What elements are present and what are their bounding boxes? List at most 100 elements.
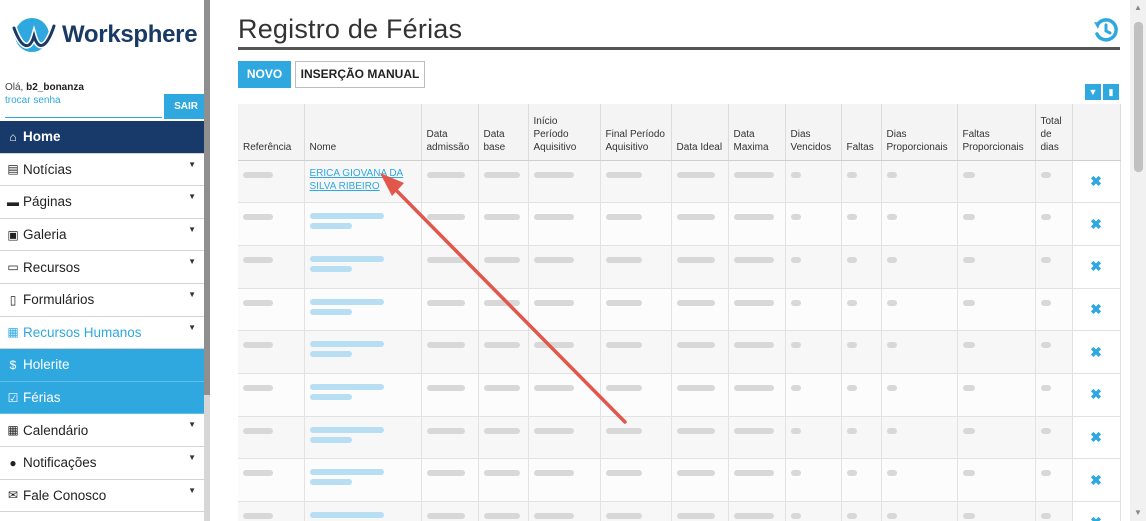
redacted-name-link[interactable] [309,255,384,262]
delete-icon[interactable]: ✖ [1072,288,1121,332]
sidebar-item-home[interactable]: ⌂ Home [0,121,204,154]
redacted-name-link[interactable] [309,393,352,400]
redacted-cell [243,513,273,519]
redacted-cell [605,342,642,349]
col-header-actions [1072,104,1121,161]
filter-icon[interactable]: ▼ [1085,84,1101,100]
delete-icon[interactable]: ✖ [1072,160,1121,204]
employee-name-link[interactable]: ERICA GIOVANA DA SILVA RIBEIRO [310,167,416,193]
sidebar-item-formularios[interactable]: ▯ Formulários ▼ [0,284,204,317]
redacted-cell [886,513,897,519]
col-header[interactable]: Nome [304,104,422,161]
redacted-cell [846,214,857,221]
home-icon: ⌂ [9,129,17,144]
redacted-name-link[interactable] [309,436,352,443]
scroll-up-icon[interactable]: ▲ [1134,3,1142,12]
redacted-cell [886,342,897,349]
brand-logo[interactable]: Worksphere [8,14,198,56]
delete-icon[interactable]: ✖ [1072,245,1121,289]
redacted-name-link[interactable] [309,383,384,390]
sidebar-item-fale-conosco[interactable]: ✉ Fale Conosco ▼ [0,480,204,513]
redacted-cell [790,299,801,306]
col-header[interactable]: Faltas [841,104,882,161]
redacted-cell [886,256,897,263]
caret-down-icon: ▼ [188,452,196,462]
redacted-cell [483,256,520,263]
sidebar-item-calendario[interactable]: ▦ Calendário ▼ [0,414,204,447]
logout-button[interactable]: SAIR [164,94,204,119]
redacted-cell [1040,513,1051,519]
delete-icon[interactable]: ✖ [1072,373,1121,417]
redacted-cell [483,214,520,221]
col-header[interactable]: Final Período Aquisitivo [600,104,672,161]
redacted-cell [1040,171,1051,178]
redacted-cell [533,299,574,306]
delete-icon[interactable]: ✖ [1072,202,1121,246]
redacted-cell [676,171,715,178]
col-header[interactable]: Data Ideal [671,104,729,161]
redacted-cell [426,513,465,519]
greeting-label: Olá, [5,82,27,93]
redacted-name-link[interactable] [309,341,384,348]
delete-icon[interactable]: ✖ [1072,416,1121,460]
sidebar-item-recursos[interactable]: ▭ Recursos ▼ [0,251,204,284]
redacted-name-link[interactable] [309,479,352,486]
redacted-cell [790,513,801,519]
table-row: ✖ [238,458,1121,502]
page-title: Registro de Férias [238,14,463,44]
export-file-icon[interactable]: ▮ [1103,84,1119,100]
redacted-name-link[interactable] [309,213,384,220]
redacted-name-link[interactable] [309,298,384,305]
sidebar-item-noticias[interactable]: ▤ Notícias ▼ [0,154,204,187]
sidebar-scroll-thumb[interactable] [204,0,210,395]
sidebar-item-paginas[interactable]: ▬ Páginas ▼ [0,186,204,219]
redacted-name-link[interactable] [309,308,352,315]
sidebar-scrollbar[interactable] [204,0,210,521]
manual-insert-button[interactable]: INSERÇÃO MANUAL [295,61,425,88]
sidebar-item-notificacoes[interactable]: ● Notificações ▼ [0,447,204,480]
col-header[interactable]: Início Período Aquisitivo [528,104,601,161]
redacted-cell [733,384,774,391]
sidebar-item-recursos-humanos[interactable]: ▦ Recursos Humanos ▼ [0,317,204,350]
delete-icon[interactable]: ✖ [1072,501,1121,521]
col-header[interactable]: Dias Vencidos [785,104,842,161]
page-scrollbar[interactable]: ▲ ▼ [1130,0,1146,521]
redacted-cell [605,470,642,477]
delete-icon[interactable]: ✖ [1072,330,1121,374]
col-header[interactable]: Faltas Proporcionais [957,104,1036,161]
redacted-cell [733,342,774,349]
redacted-cell [533,171,574,178]
redacted-cell [733,171,774,178]
col-header[interactable]: Data base [478,104,529,161]
redacted-cell [483,384,520,391]
col-header[interactable]: Total de dias [1035,104,1073,161]
sidebar-item-label: Holerite [23,357,70,373]
redacted-name-link[interactable] [309,426,384,433]
redacted-name-link[interactable] [309,223,352,230]
redacted-name-link[interactable] [309,265,352,272]
delete-icon[interactable]: ✖ [1072,458,1121,502]
redacted-name-link[interactable] [309,351,352,358]
redacted-cell [605,299,642,306]
redacted-cell [676,256,715,263]
redacted-name-link[interactable] [309,512,384,518]
redacted-cell [846,384,857,391]
col-header[interactable]: Referência [238,104,305,161]
sidebar-item-holerite[interactable]: $ Holerite [0,349,204,382]
redacted-cell [243,384,273,391]
sidebar-item-galeria[interactable]: ▣ Galeria ▼ [0,219,204,252]
scroll-down-icon[interactable]: ▼ [1134,508,1142,517]
laptop-icon: ▭ [7,260,19,275]
col-header[interactable]: Data Maxima [728,104,786,161]
redacted-cell [962,470,975,477]
history-icon[interactable] [1092,16,1120,44]
new-button[interactable]: NOVO [238,61,291,88]
redacted-cell [790,256,801,263]
redacted-name-link[interactable] [309,469,384,476]
page-scroll-thumb[interactable] [1134,22,1143,172]
change-password-link[interactable]: trocar senha [5,94,162,118]
col-header[interactable]: Dias Proporcionais [881,104,958,161]
col-header[interactable]: Data admissão [421,104,479,161]
sidebar-item-ferias[interactable]: ☑ Férias [0,381,204,415]
table-row: ✖ [238,245,1121,289]
